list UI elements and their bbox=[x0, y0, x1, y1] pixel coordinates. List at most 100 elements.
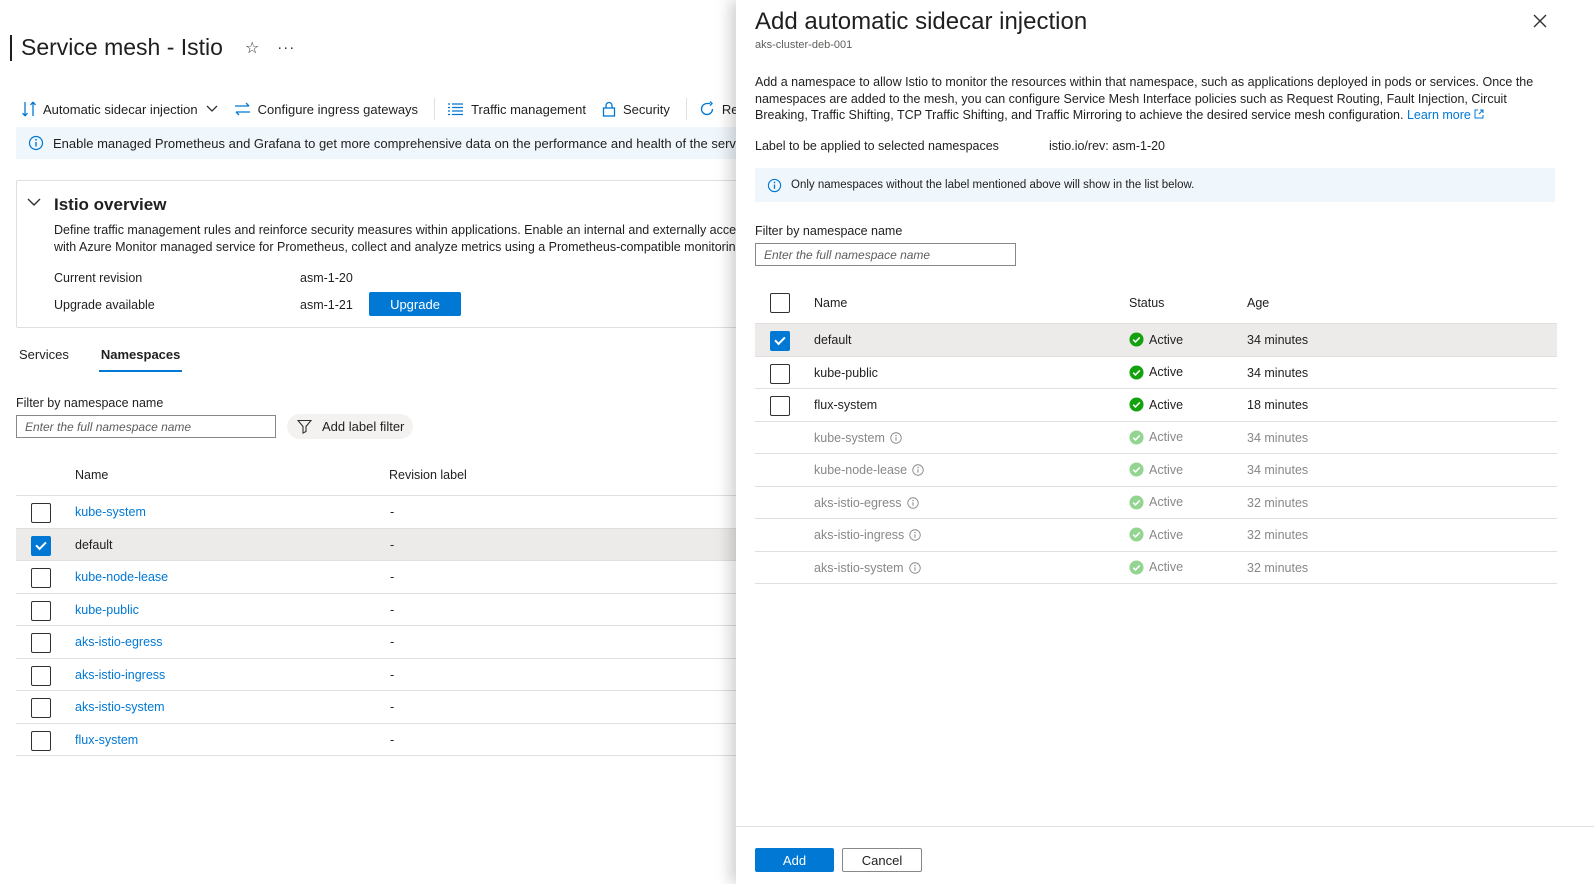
status-text: Active bbox=[1149, 462, 1184, 477]
namespace-filter-input[interactable] bbox=[16, 415, 276, 438]
select-all-checkbox[interactable] bbox=[770, 293, 790, 313]
status-text: Active bbox=[1149, 397, 1184, 412]
configure-ingress-gateways-button[interactable]: Configure ingress gateways bbox=[234, 102, 418, 117]
traffic-management-button[interactable]: Traffic management bbox=[447, 102, 586, 117]
check-circle-icon bbox=[1129, 332, 1144, 347]
status-cell: Active bbox=[1129, 332, 1183, 347]
learn-more-link[interactable]: Learn more bbox=[1407, 108, 1484, 122]
age-text: 34 minutes bbox=[1247, 365, 1309, 380]
overview-description-line: Define traffic management rules and rein… bbox=[54, 223, 750, 237]
revision-label-value: - bbox=[390, 732, 395, 747]
cancel-button[interactable]: Cancel bbox=[842, 848, 922, 872]
row-checkbox[interactable] bbox=[31, 568, 51, 588]
automatic-sidecar-injection-button[interactable]: Automatic sidecar injection bbox=[22, 101, 218, 117]
namespace-name: flux-system bbox=[814, 398, 877, 412]
tab-bar: Services Namespaces bbox=[19, 347, 212, 372]
namespace-link[interactable]: kube-system bbox=[75, 505, 146, 519]
row-checkbox[interactable] bbox=[31, 600, 51, 621]
current-revision-row: Current revision asm-1-20 bbox=[54, 271, 353, 285]
more-options-icon[interactable]: ··· bbox=[277, 39, 295, 56]
upgrade-button[interactable]: Upgrade bbox=[369, 292, 461, 316]
panel-description: Add a namespace to allow Istio to monito… bbox=[755, 74, 1555, 124]
table-row[interactable]: flux-system - bbox=[16, 724, 750, 756]
row-checkbox[interactable] bbox=[31, 730, 51, 751]
namespace-name: aks-istio-egress bbox=[814, 496, 919, 510]
status-cell: Active bbox=[1129, 559, 1184, 575]
table-row[interactable]: kube-public Active 34 minutes bbox=[755, 357, 1557, 389]
favorite-star-icon[interactable]: ☆ bbox=[245, 38, 259, 58]
age-text: 34 minutes bbox=[1247, 463, 1309, 477]
namespace-link[interactable]: aks-istio-egress bbox=[75, 635, 163, 649]
upgrade-available-label: Upgrade available bbox=[54, 298, 155, 312]
namespace-link[interactable]: kube-public bbox=[75, 603, 139, 617]
namespace-link[interactable]: flux-system bbox=[75, 733, 138, 747]
table-row[interactable]: default - bbox=[16, 528, 750, 561]
info-icon[interactable] bbox=[906, 496, 919, 509]
close-icon[interactable] bbox=[1533, 14, 1547, 28]
table-row[interactable]: kube-public - bbox=[16, 594, 750, 626]
panel-namespace-filter-input[interactable] bbox=[755, 243, 1016, 266]
table-row[interactable]: kube-node-lease - bbox=[16, 561, 750, 594]
sort-arrows-icon bbox=[22, 101, 36, 117]
info-icon[interactable] bbox=[908, 561, 921, 574]
namespace-link[interactable]: kube-node-lease bbox=[75, 570, 168, 584]
check-circle-icon bbox=[1129, 527, 1144, 542]
info-icon[interactable] bbox=[912, 464, 924, 476]
column-header-status[interactable]: Status bbox=[1129, 296, 1164, 310]
upgrade-available-row: Upgrade available asm-1-21 bbox=[54, 298, 353, 312]
chevron-down-icon[interactable] bbox=[27, 197, 41, 207]
table-row[interactable]: default Active 34 minutes bbox=[755, 324, 1557, 357]
status-text: Active bbox=[1149, 560, 1184, 574]
table-row[interactable]: aks-istio-system - bbox=[16, 691, 750, 724]
label-row-value: istio.io/rev: asm-1-20 bbox=[1049, 139, 1166, 153]
status-text: Active bbox=[1149, 495, 1184, 509]
row-checkbox[interactable] bbox=[31, 698, 51, 718]
toolbar-divider bbox=[434, 98, 436, 120]
revision-label-value: - bbox=[390, 635, 395, 649]
add-sidecar-injection-panel: Add automatic sidecar injection aks-clus… bbox=[736, 0, 1594, 884]
info-banner-text: Enable managed Prometheus and Grafana to… bbox=[53, 135, 750, 151]
chevron-down-icon bbox=[206, 105, 218, 112]
column-header-age[interactable]: Age bbox=[1247, 296, 1269, 310]
row-checkbox[interactable] bbox=[31, 503, 51, 523]
check-circle-icon bbox=[1129, 462, 1144, 477]
namespace-name-text: kube-public bbox=[814, 365, 878, 380]
row-checkbox[interactable] bbox=[770, 396, 790, 416]
security-label: Security bbox=[622, 101, 670, 117]
namespace-link[interactable]: aks-istio-system bbox=[75, 700, 165, 714]
namespace-name: default bbox=[814, 333, 852, 347]
namespace-link[interactable]: aks-istio-ingress bbox=[75, 668, 165, 682]
status-cell: Active bbox=[1129, 397, 1183, 412]
row-checkbox[interactable] bbox=[31, 665, 51, 686]
refresh-icon bbox=[700, 101, 714, 116]
status-text: Active bbox=[1149, 430, 1184, 444]
column-header-name[interactable]: Name bbox=[814, 296, 847, 310]
age-text: 34 minutes bbox=[1247, 333, 1309, 347]
check-circle-icon bbox=[1129, 429, 1144, 445]
table-row[interactable]: aks-istio-ingress - bbox=[16, 659, 750, 691]
add-label-filter-button[interactable]: Add label filter bbox=[287, 414, 414, 439]
row-checkbox[interactable] bbox=[31, 535, 51, 556]
table-row[interactable]: aks-istio-egress - bbox=[16, 626, 750, 659]
info-icon[interactable] bbox=[909, 529, 922, 541]
info-icon[interactable] bbox=[890, 431, 902, 444]
column-header-revision[interactable]: Revision label bbox=[389, 468, 467, 482]
overview-description-line: with Azure Monitor managed service for P… bbox=[54, 240, 750, 254]
age-text: 34 minutes bbox=[1247, 430, 1309, 445]
namespace-name: kube-public bbox=[814, 366, 878, 380]
table-row[interactable]: flux-system Active 18 minutes bbox=[755, 389, 1557, 422]
table-row[interactable]: kube-system - bbox=[16, 496, 750, 529]
row-checkbox[interactable] bbox=[770, 363, 790, 384]
list-icon bbox=[448, 103, 464, 116]
panel-footer: Add Cancel bbox=[736, 826, 1594, 884]
revision-label-value: - bbox=[390, 537, 395, 552]
row-checkbox[interactable] bbox=[770, 331, 790, 351]
security-button[interactable]: Security bbox=[602, 101, 670, 117]
row-checkbox[interactable] bbox=[31, 633, 51, 653]
tab-namespaces[interactable]: Namespaces bbox=[98, 347, 183, 372]
revision-label-value: - bbox=[390, 505, 395, 519]
add-button[interactable]: Add bbox=[755, 848, 834, 872]
add-label-filter-label: Add label filter bbox=[322, 419, 405, 434]
tab-services[interactable]: Services bbox=[19, 347, 69, 372]
column-header-name[interactable]: Name bbox=[75, 468, 108, 482]
